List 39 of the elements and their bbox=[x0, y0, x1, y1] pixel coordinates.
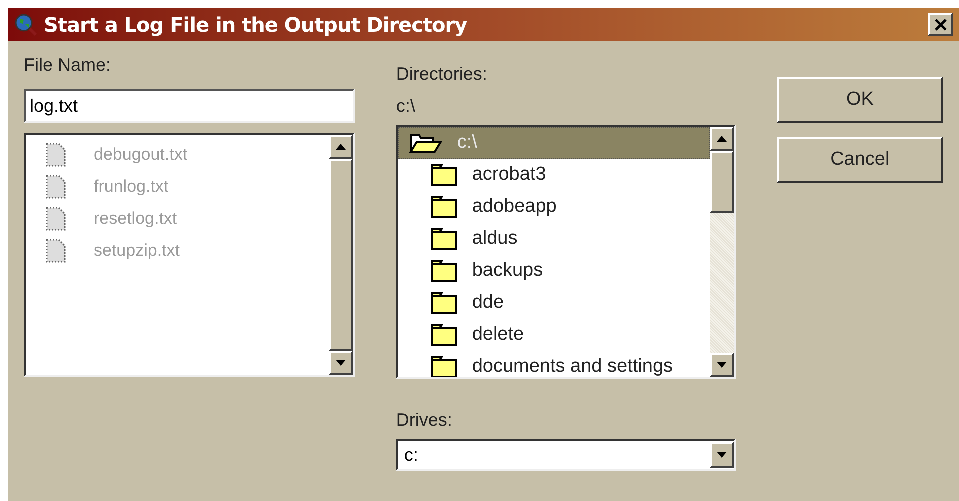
drive-dropdown[interactable]: c: bbox=[396, 439, 736, 471]
directory-item[interactable]: backups bbox=[398, 255, 710, 287]
field-label: Drives: bbox=[396, 409, 454, 432]
scrollbar[interactable] bbox=[329, 135, 354, 375]
globe-magnifier-icon bbox=[14, 12, 38, 36]
directory-item[interactable]: aldus bbox=[398, 223, 710, 255]
folder-icon bbox=[430, 227, 458, 251]
directory-item[interactable]: dde bbox=[398, 287, 710, 319]
field-label: File Name: bbox=[24, 54, 112, 77]
folder-icon bbox=[430, 163, 458, 187]
file-icon bbox=[46, 175, 66, 199]
current-path: c:\ bbox=[396, 95, 416, 118]
directory-item[interactable]: documents and settings bbox=[398, 351, 710, 377]
file-name-field[interactable]: log.txt bbox=[24, 89, 356, 123]
folder-icon bbox=[430, 323, 458, 347]
down-arrow-icon bbox=[717, 362, 728, 368]
folder-icon bbox=[430, 195, 458, 219]
file-icon bbox=[46, 143, 66, 167]
open-folder-icon bbox=[409, 132, 444, 154]
directory-item[interactable]: adobeapp bbox=[398, 191, 710, 223]
scrollbar-thumb[interactable] bbox=[710, 151, 734, 213]
dialog-button[interactable]: OK bbox=[777, 77, 943, 123]
field-label: Directories: bbox=[396, 63, 488, 86]
up-arrow-icon bbox=[336, 144, 346, 150]
file-icon bbox=[46, 207, 66, 231]
folder-icon bbox=[430, 291, 458, 315]
dialog-button[interactable]: Cancel bbox=[777, 137, 943, 183]
dropdown-arrow-icon bbox=[717, 452, 728, 458]
down-arrow-icon bbox=[336, 360, 346, 366]
up-arrow-icon bbox=[717, 136, 728, 142]
directory-item[interactable]: delete bbox=[398, 319, 710, 351]
scrollbar[interactable] bbox=[710, 127, 734, 377]
window-title: Start a Log File in the Output Directory bbox=[44, 12, 468, 38]
file-icon bbox=[46, 239, 66, 263]
close-icon bbox=[934, 18, 946, 30]
directory-item[interactable]: acrobat3 bbox=[398, 159, 710, 191]
folder-icon bbox=[430, 259, 458, 283]
folder-icon bbox=[430, 355, 458, 377]
close-button[interactable] bbox=[928, 13, 953, 36]
